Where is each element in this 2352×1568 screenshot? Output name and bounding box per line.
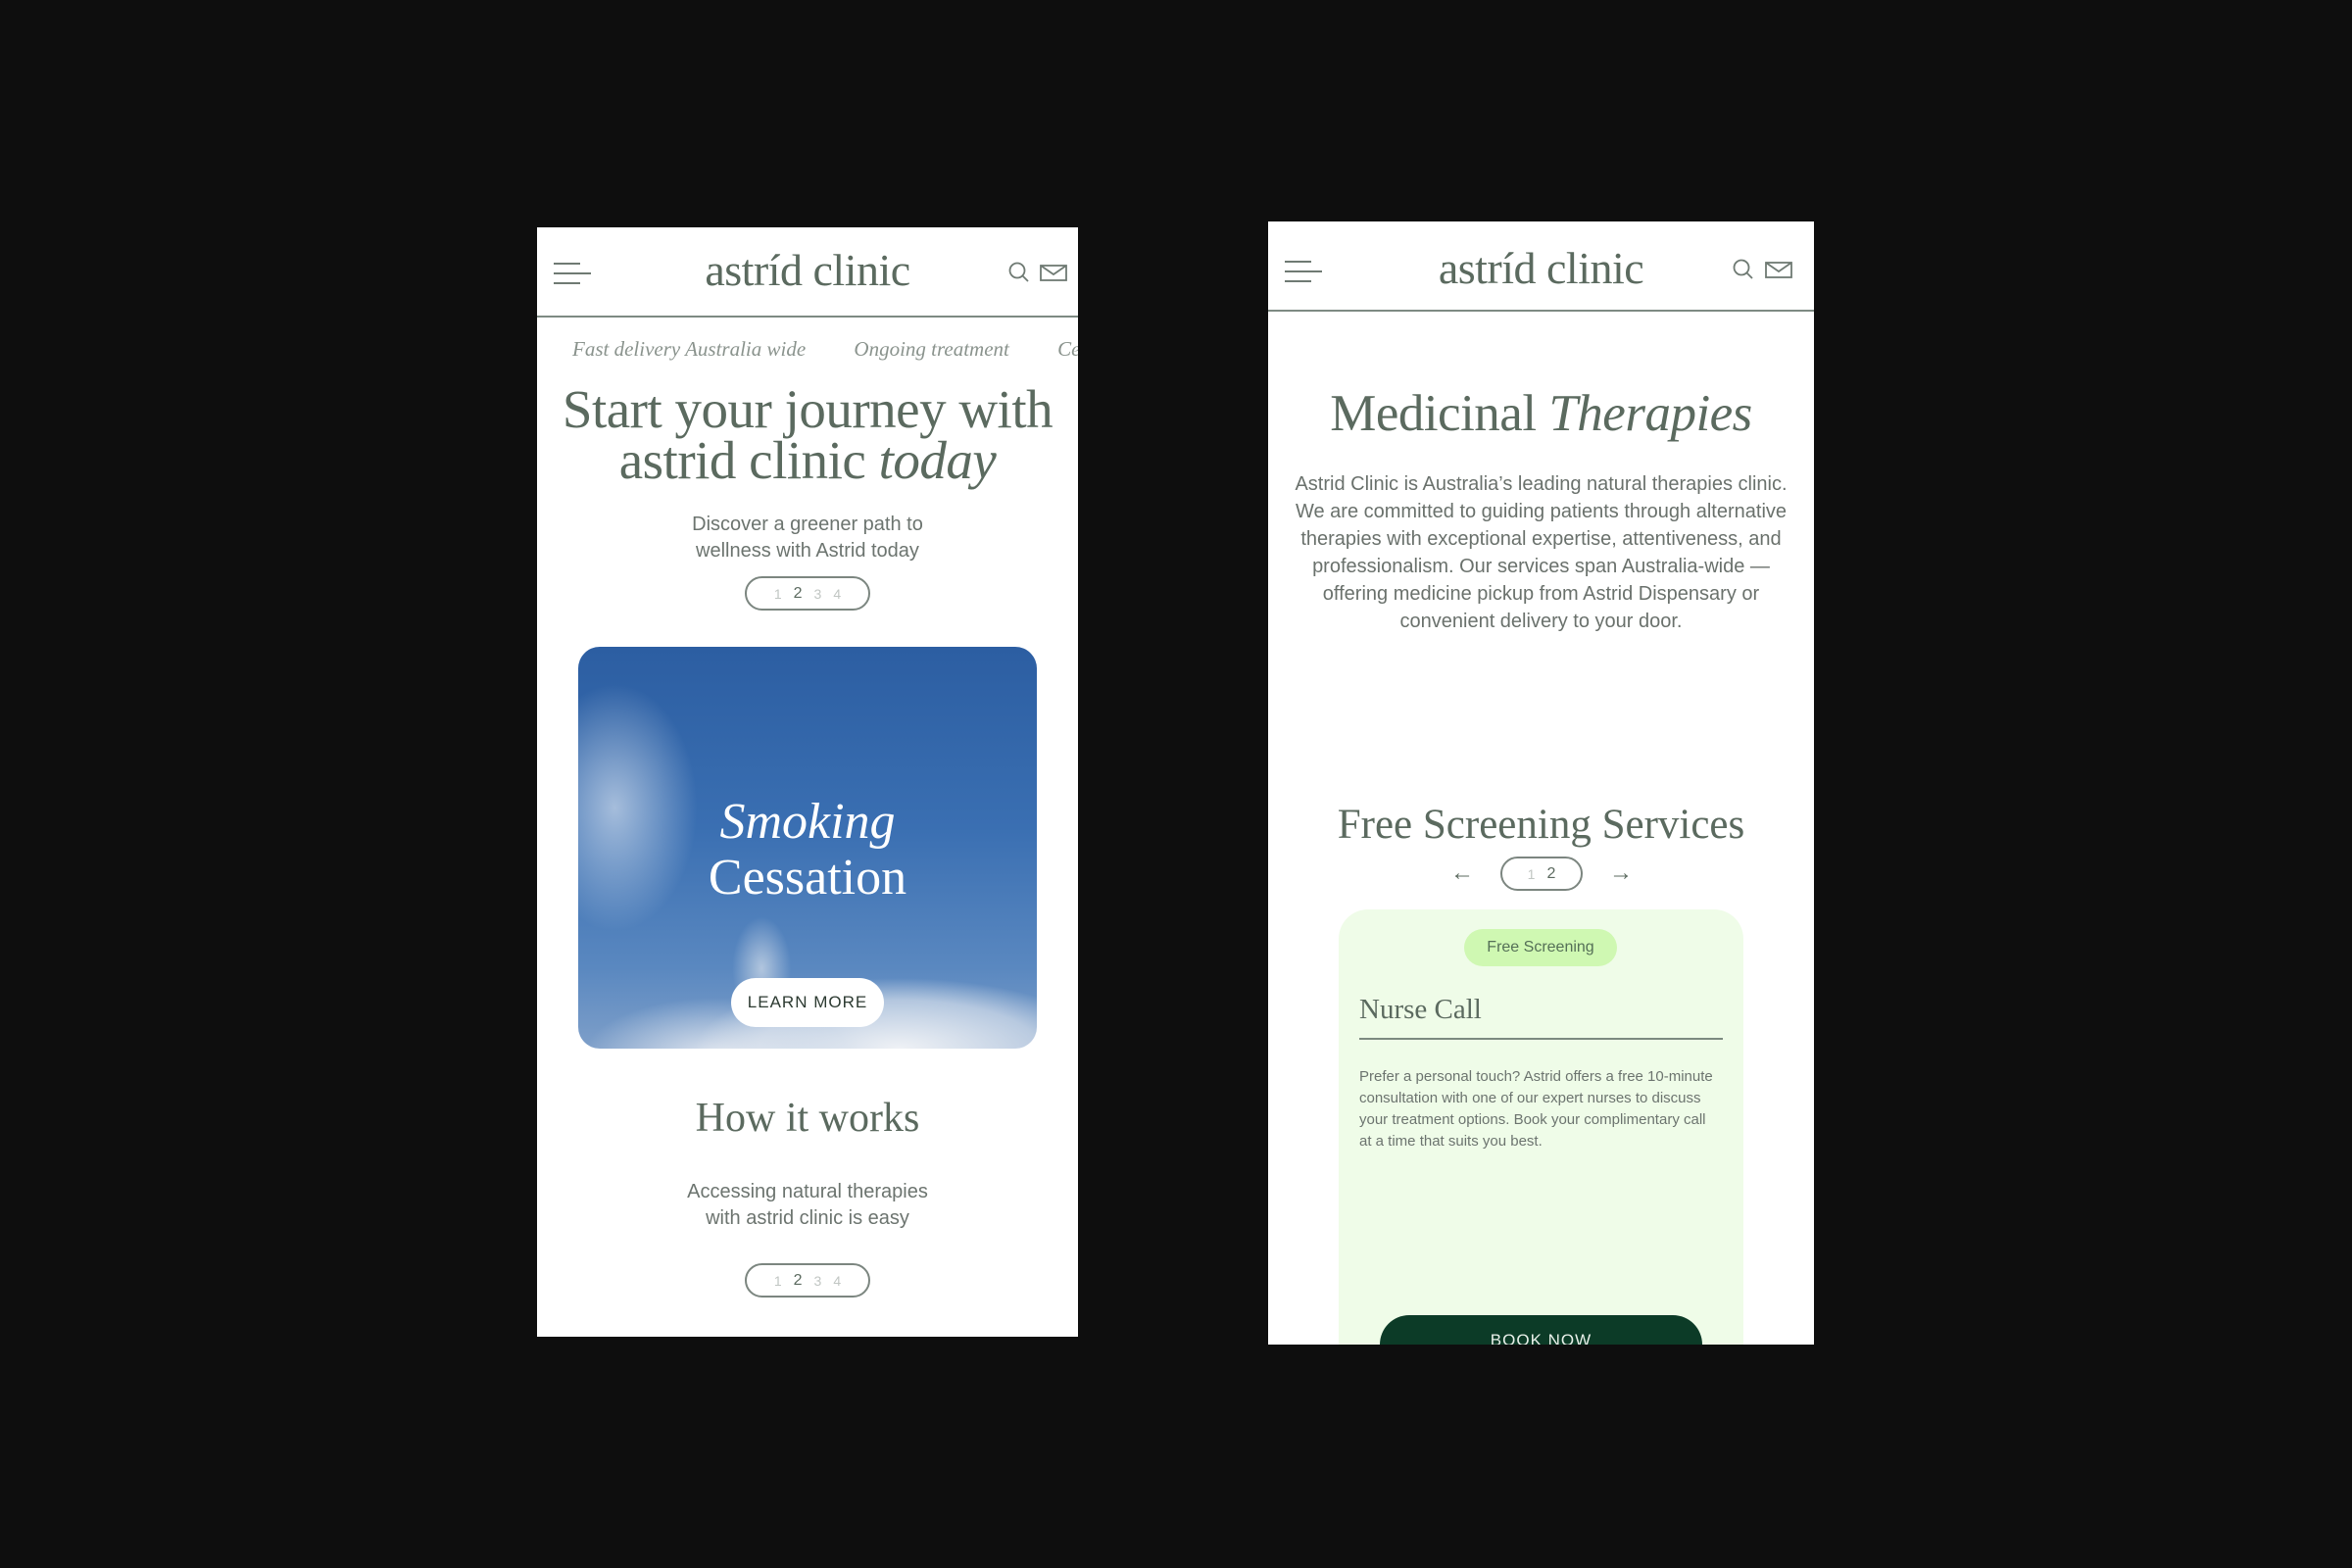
search-icon[interactable] [1731, 257, 1758, 282]
screening-pager[interactable]: 1 2 [1500, 857, 1583, 891]
ticker-item: Fast delivery Australia wide [572, 337, 807, 361]
pager-page-active[interactable]: 2 [1546, 865, 1555, 883]
mobile-screen-therapies: astríd clinic Medicinal Therapies Astrid… [1268, 221, 1814, 1345]
pager-page[interactable]: 1 [774, 1273, 782, 1289]
site-header: astríd clinic [537, 227, 1078, 318]
pager-page-active[interactable]: 2 [794, 585, 803, 603]
hero-subtitle-line2: wellness with Astrid today [696, 540, 919, 562]
hero-title-line1: Start your journey with [562, 379, 1054, 439]
hero-title-italic: today [878, 430, 997, 490]
pager-page[interactable]: 1 [774, 586, 782, 602]
mail-icon[interactable] [1764, 257, 1793, 282]
pager-page[interactable]: 4 [833, 586, 841, 602]
logo[interactable]: astríd clinic [537, 241, 1078, 300]
hero-pager[interactable]: 1 2 3 4 [745, 576, 870, 611]
how-it-works-subtitle-line1: Accessing natural therapies [687, 1181, 928, 1202]
book-now-button[interactable]: BOOK NOW [1380, 1315, 1702, 1345]
free-screening-title: Free Screening Services [1337, 802, 1745, 848]
pager-page[interactable]: 4 [833, 1273, 841, 1289]
mail-icon[interactable] [1039, 260, 1068, 285]
how-it-works-subtitle-line2: with astrid clinic is easy [706, 1207, 909, 1229]
learn-more-button[interactable]: LEARN MORE [731, 978, 884, 1027]
pager-page[interactable]: 3 [814, 586, 822, 602]
search-icon[interactable] [1006, 260, 1034, 285]
how-it-works-subtitle: Accessing natural therapies with astrid … [537, 1179, 1078, 1232]
pager-page[interactable]: 3 [814, 1273, 822, 1289]
title-regular: Medicinal [1330, 385, 1549, 442]
hero-title-regular: astrid clinic [618, 430, 879, 490]
benefits-ticker: Fast delivery Australia wide Ongoing tre… [572, 337, 1078, 362]
hero-subtitle: Discover a greener path to wellness with… [537, 512, 1078, 564]
ticker-item: Cer [1057, 337, 1078, 361]
mobile-screen-home: astríd clinic Fast delivery Australia wi… [537, 227, 1078, 1337]
card-title-regular: Cessation [708, 850, 907, 906]
card-title: Nurse Call [1359, 994, 1482, 1025]
card-title: Smoking Cessation [578, 794, 1037, 906]
site-header: astríd clinic [1268, 221, 1814, 312]
hero-title-line2: astrid clinic today [537, 433, 1078, 487]
pager-page[interactable]: 1 [1528, 866, 1536, 882]
hero-title: Start your journey with astrid clinic to… [537, 379, 1078, 487]
nurse-call-card: Free Screening Nurse Call Prefer a perso… [1339, 909, 1743, 1345]
smoking-cessation-card[interactable]: Smoking Cessation LEARN MORE [578, 647, 1037, 1049]
how-it-works-title: How it works [695, 1096, 920, 1141]
card-title-italic: Smoking [719, 794, 896, 850]
prev-arrow-icon[interactable]: ← [1450, 861, 1474, 885]
next-arrow-icon[interactable]: → [1609, 861, 1633, 885]
title-italic: Therapies [1548, 385, 1752, 442]
medicinal-therapies-title: Medicinal Therapies [1268, 385, 1814, 442]
card-description: Prefer a personal touch? Astrid offers a… [1359, 1068, 1713, 1150]
hero-subtitle-line1: Discover a greener path to [692, 514, 923, 535]
ticker-item: Ongoing treatment [854, 337, 1009, 361]
divider [1359, 1038, 1723, 1040]
how-it-works-pager[interactable]: 1 2 3 4 [745, 1263, 870, 1298]
pager-page-active[interactable]: 2 [794, 1272, 803, 1290]
intro-paragraph: Astrid Clinic is Australia’s leading nat… [1295, 473, 1788, 632]
free-screening-badge: Free Screening [1464, 929, 1617, 966]
